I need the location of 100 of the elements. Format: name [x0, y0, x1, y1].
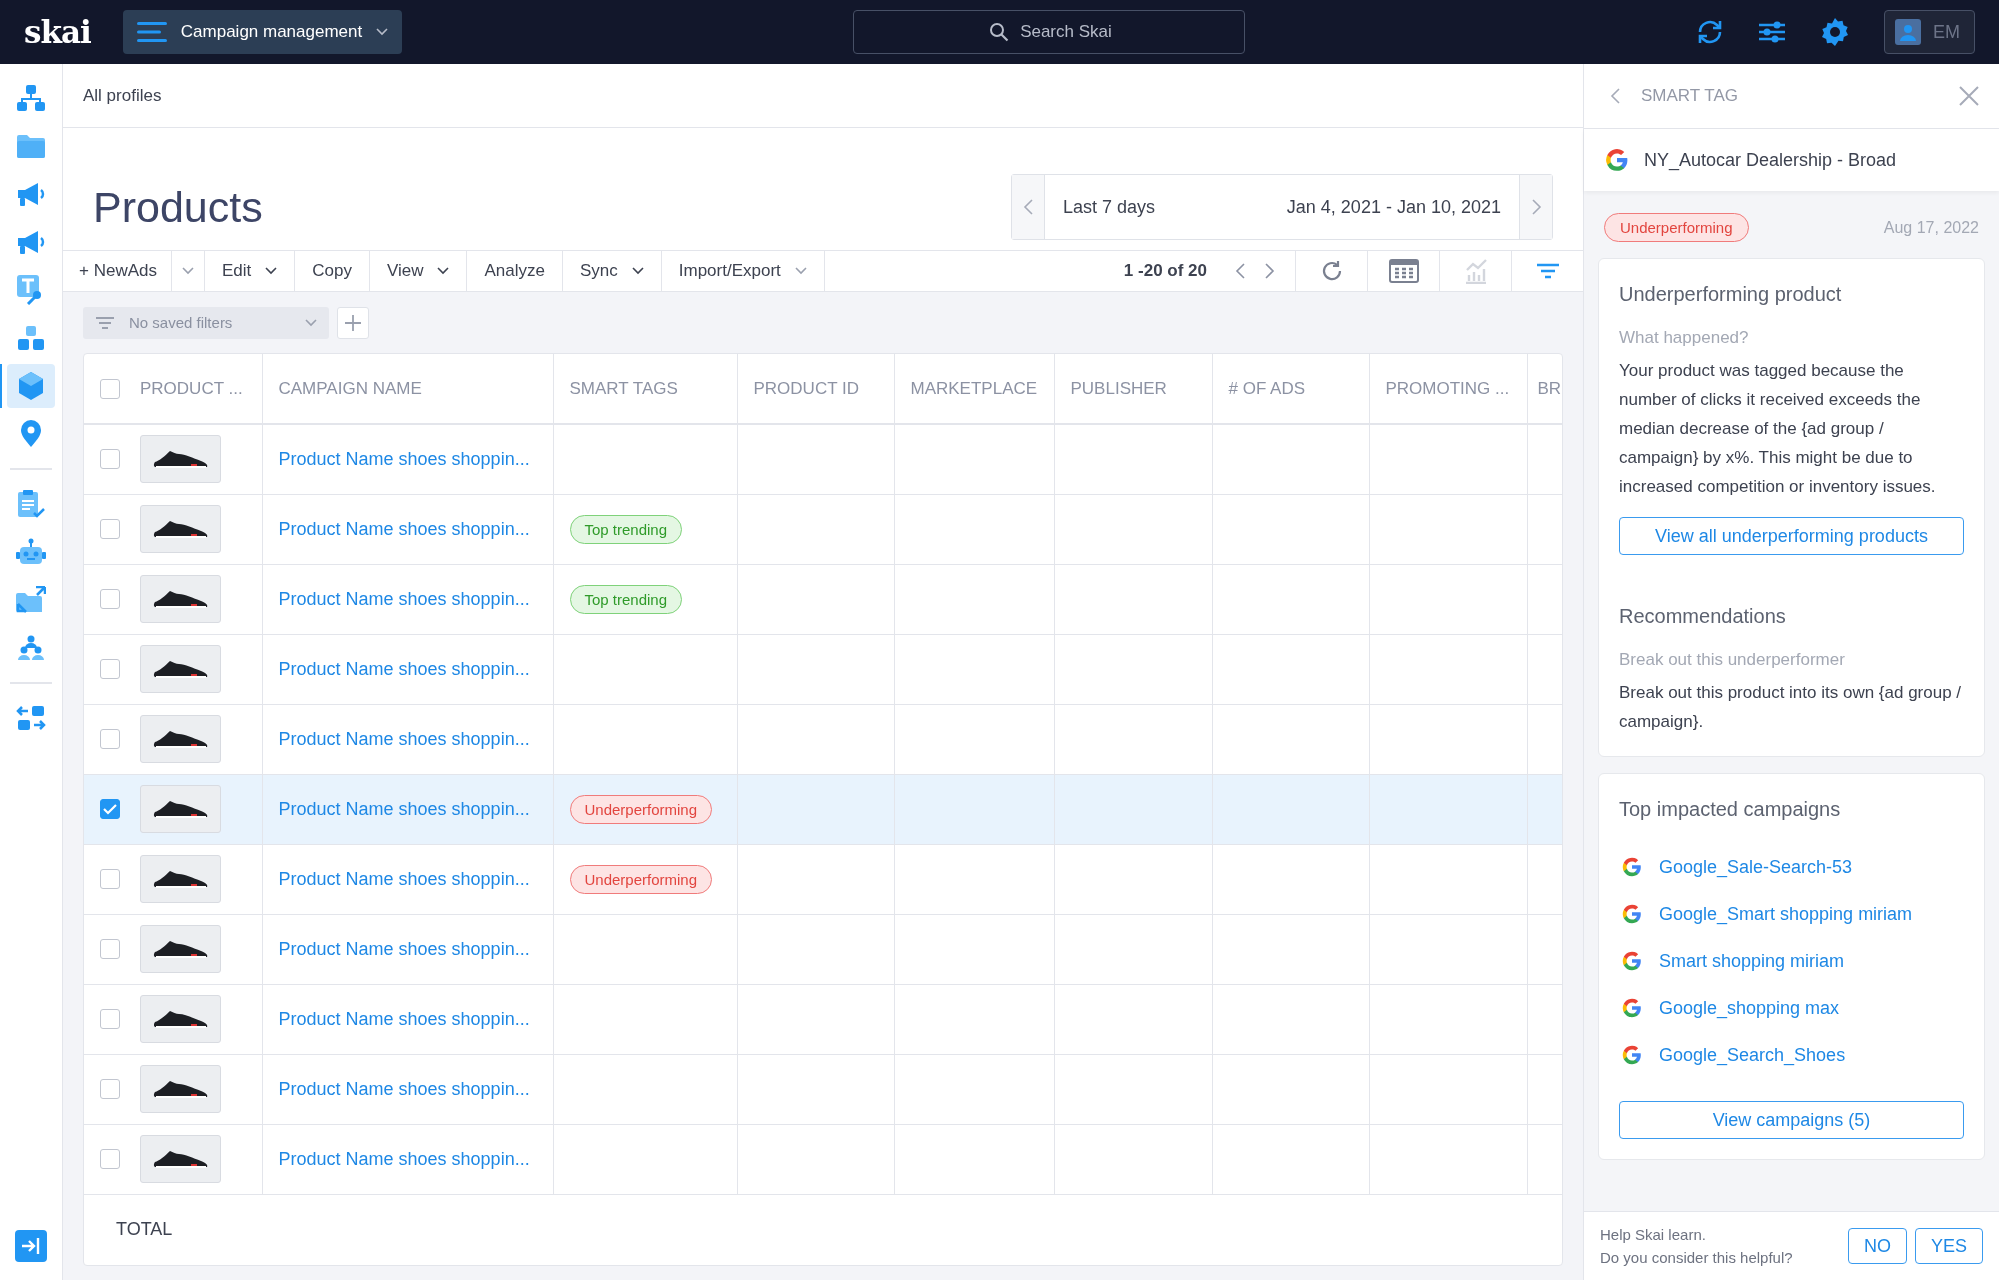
smart-tag-badge: Underperforming — [569, 794, 713, 824]
campaign-link[interactable]: Product Name shoes shoppin... — [278, 868, 530, 889]
checkbox[interactable] — [100, 659, 120, 679]
app-menu-button[interactable]: Campaign management — [122, 10, 403, 54]
campaign-link[interactable]: Product Name shoes shoppin... — [278, 1148, 530, 1169]
campaign-link[interactable]: Product Name shoes shoppin... — [278, 588, 530, 609]
smart-tag-badge: Top trending — [569, 514, 683, 544]
checkbox[interactable] — [100, 869, 120, 889]
column-header[interactable]: MARKETPLACE — [910, 378, 1038, 398]
page-title: Products — [93, 183, 263, 232]
saved-filters-dropdown[interactable]: No saved filters — [83, 306, 329, 339]
no-button[interactable]: NO — [1847, 1228, 1907, 1264]
sync-icon[interactable] — [1696, 18, 1724, 46]
campaign-link[interactable]: Google_shopping max — [1659, 997, 1840, 1019]
shoe-drawing — [152, 1008, 209, 1030]
checkbox[interactable] — [100, 939, 120, 959]
people-icon — [17, 635, 45, 661]
shoe-drawing — [152, 588, 209, 610]
campaign-link[interactable]: Product Name shoes shoppin... — [278, 448, 530, 469]
menu-icon — [136, 21, 167, 43]
campaign-link[interactable]: Product Name shoes shoppin... — [278, 728, 530, 749]
search-field[interactable]: Search Skai — [853, 10, 1246, 54]
description-text: Your product was tagged because the number of clicks it received exceeds the median decrease of the {ad group / campaign} by x%. This might be due to increased competition or inventory issues. — [1619, 360, 1937, 498]
column-header[interactable]: # OF ADS — [1228, 378, 1306, 398]
plus-icon — [344, 313, 362, 332]
clipboard-check-icon — [17, 489, 45, 519]
card-title: Top impacted campaigns — [1619, 798, 1842, 821]
date-preset: Last 7 days — [1063, 196, 1156, 218]
column-header[interactable]: PROMOTING ... — [1385, 378, 1510, 398]
campaign-link[interactable]: Product Name shoes shoppin... — [278, 938, 530, 959]
date-range-picker[interactable]: Last 7 days Jan 4, 2021 - Jan 10, 2021 — [1011, 174, 1553, 240]
robot-icon — [16, 538, 46, 566]
checkbox[interactable] — [100, 1079, 120, 1099]
chevron-left-icon[interactable] — [1235, 263, 1246, 279]
checkbox[interactable] — [100, 378, 120, 399]
breadcrumb-link[interactable]: All profiles — [83, 85, 162, 106]
folder-icon — [17, 134, 45, 158]
pagination-label: 1 -20 of 20 — [1123, 261, 1207, 281]
column-header[interactable]: PRODUCT ID — [753, 378, 859, 398]
campaign-link[interactable]: Google_Search_Shoes — [1659, 1044, 1846, 1066]
campaign-link[interactable]: Product Name shoes shoppin... — [278, 1078, 530, 1099]
caret-icon — [305, 318, 317, 327]
collapse-sidebar-button[interactable] — [15, 1230, 47, 1262]
checkbox[interactable] — [100, 1009, 120, 1029]
section-label: Break out this underperformer — [1619, 650, 1846, 670]
add-filter-button[interactable] — [337, 306, 369, 339]
campaign-link[interactable]: Smart shopping miriam — [1659, 950, 1845, 972]
panel-title: SMART TAG — [1641, 86, 1739, 106]
campaign-link[interactable]: Product Name shoes shoppin... — [278, 1008, 530, 1029]
cube-icon — [17, 371, 45, 401]
checkbox[interactable] — [100, 729, 120, 749]
campaign-link[interactable]: Google_Smart shopping miriam — [1659, 903, 1913, 925]
shoe-drawing — [152, 1078, 209, 1100]
section-title: Recommendations — [1619, 605, 1787, 628]
smart-tag-badge: Underperforming — [569, 864, 713, 894]
g-logo-icon — [1621, 856, 1643, 878]
caret-icon — [376, 28, 389, 36]
checkbox[interactable] — [100, 799, 120, 819]
checkbox[interactable] — [100, 1149, 120, 1169]
feedback-text: Help Skai learn. — [1600, 1225, 1707, 1245]
yes-button[interactable]: YES — [1914, 1228, 1983, 1264]
view-campaigns-button[interactable]: View campaigns (5) — [1619, 1101, 1964, 1139]
campaign-link[interactable]: Product Name shoes shoppin... — [278, 658, 530, 679]
close-icon — [1959, 86, 1979, 106]
column-header[interactable]: BR — [1537, 378, 1562, 398]
location-pin-icon — [20, 420, 42, 448]
settings-icon[interactable] — [1820, 17, 1850, 47]
column-header[interactable]: PRODUCT ... — [140, 378, 243, 399]
shoe-drawing — [152, 518, 209, 540]
caret-icon — [794, 267, 807, 275]
shoe-drawing — [152, 1148, 209, 1170]
view-products-button[interactable]: View all underperforming products — [1619, 517, 1964, 555]
caret-icon — [181, 267, 194, 275]
logo[interactable]: skai — [24, 14, 91, 50]
g-logo-icon — [1621, 950, 1643, 972]
chevron-right-icon[interactable] — [1530, 199, 1542, 215]
checkbox[interactable] — [100, 519, 120, 539]
check-icon — [103, 803, 117, 815]
chevron-right-icon[interactable] — [1264, 263, 1275, 279]
sliders-icon[interactable] — [1758, 20, 1786, 44]
checkbox[interactable] — [100, 449, 120, 470]
back-button[interactable] — [1610, 88, 1621, 104]
column-header[interactable]: SMART TAGS — [569, 378, 678, 398]
campaign-link[interactable]: Google_Sale-Search-53 — [1659, 856, 1853, 878]
close-button[interactable] — [1959, 86, 1979, 106]
date-range: Jan 4, 2021 - Jan 10, 2021 — [1286, 196, 1501, 218]
megaphone-icon — [16, 229, 46, 255]
shoe-drawing — [152, 938, 209, 960]
checkbox[interactable] — [100, 589, 120, 609]
column-header[interactable]: PUBLISHER — [1070, 378, 1167, 398]
user-menu-button[interactable]: EM — [1884, 10, 1975, 54]
smart-tag-badge: Top trending — [569, 584, 683, 614]
caret-icon — [265, 267, 278, 275]
shoe-drawing — [152, 728, 209, 750]
campaign-link[interactable]: Product Name shoes shoppin... — [278, 518, 530, 539]
tag-date: Aug 17, 2022 — [1883, 218, 1979, 237]
g-logo-icon — [1621, 1044, 1643, 1066]
column-header[interactable]: CAMPAIGN NAME — [278, 378, 422, 398]
chevron-left-icon[interactable] — [1022, 199, 1034, 215]
recommendation-text: Break out this product into its own {ad group / campaign}. — [1619, 682, 1963, 733]
